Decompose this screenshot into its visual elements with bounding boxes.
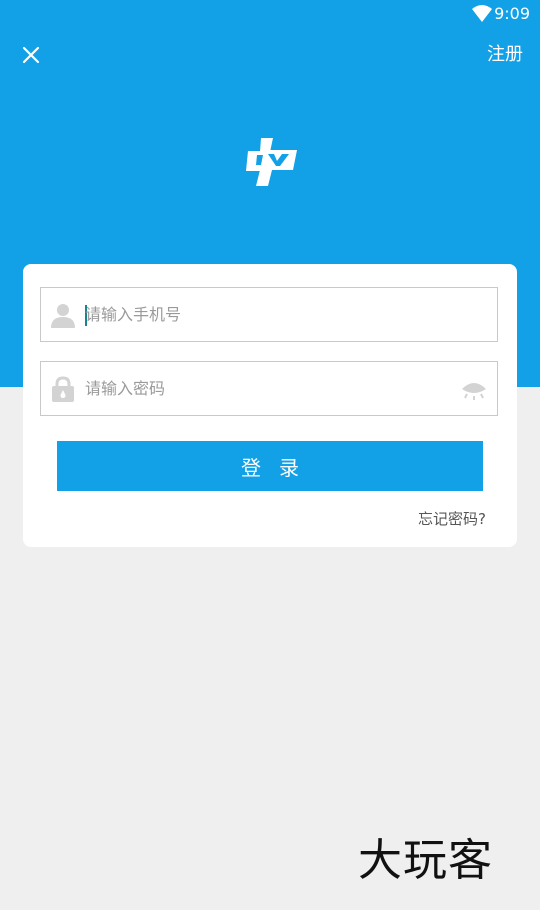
- close-icon: [22, 46, 40, 64]
- phone-input[interactable]: [85, 288, 445, 341]
- phone-field: [40, 287, 498, 342]
- watermark: 大玩客: [358, 835, 493, 886]
- close-button[interactable]: [14, 38, 48, 72]
- register-link[interactable]: 注册: [487, 42, 523, 68]
- eye-icon[interactable]: [461, 378, 487, 400]
- user-icon: [51, 304, 75, 328]
- lock-icon: [52, 376, 74, 402]
- login-button[interactable]: 登录: [57, 441, 483, 491]
- login-card: 登录 忘记密码?: [23, 264, 517, 547]
- password-field: [40, 361, 498, 416]
- wifi-icon: [472, 5, 492, 22]
- status-bar: 9:09: [0, 0, 540, 28]
- forgot-password-link[interactable]: 忘记密码?: [418, 508, 486, 530]
- status-time: 9:09: [494, 4, 530, 23]
- brand-logo-icon: [246, 138, 297, 186]
- password-input[interactable]: [85, 362, 445, 415]
